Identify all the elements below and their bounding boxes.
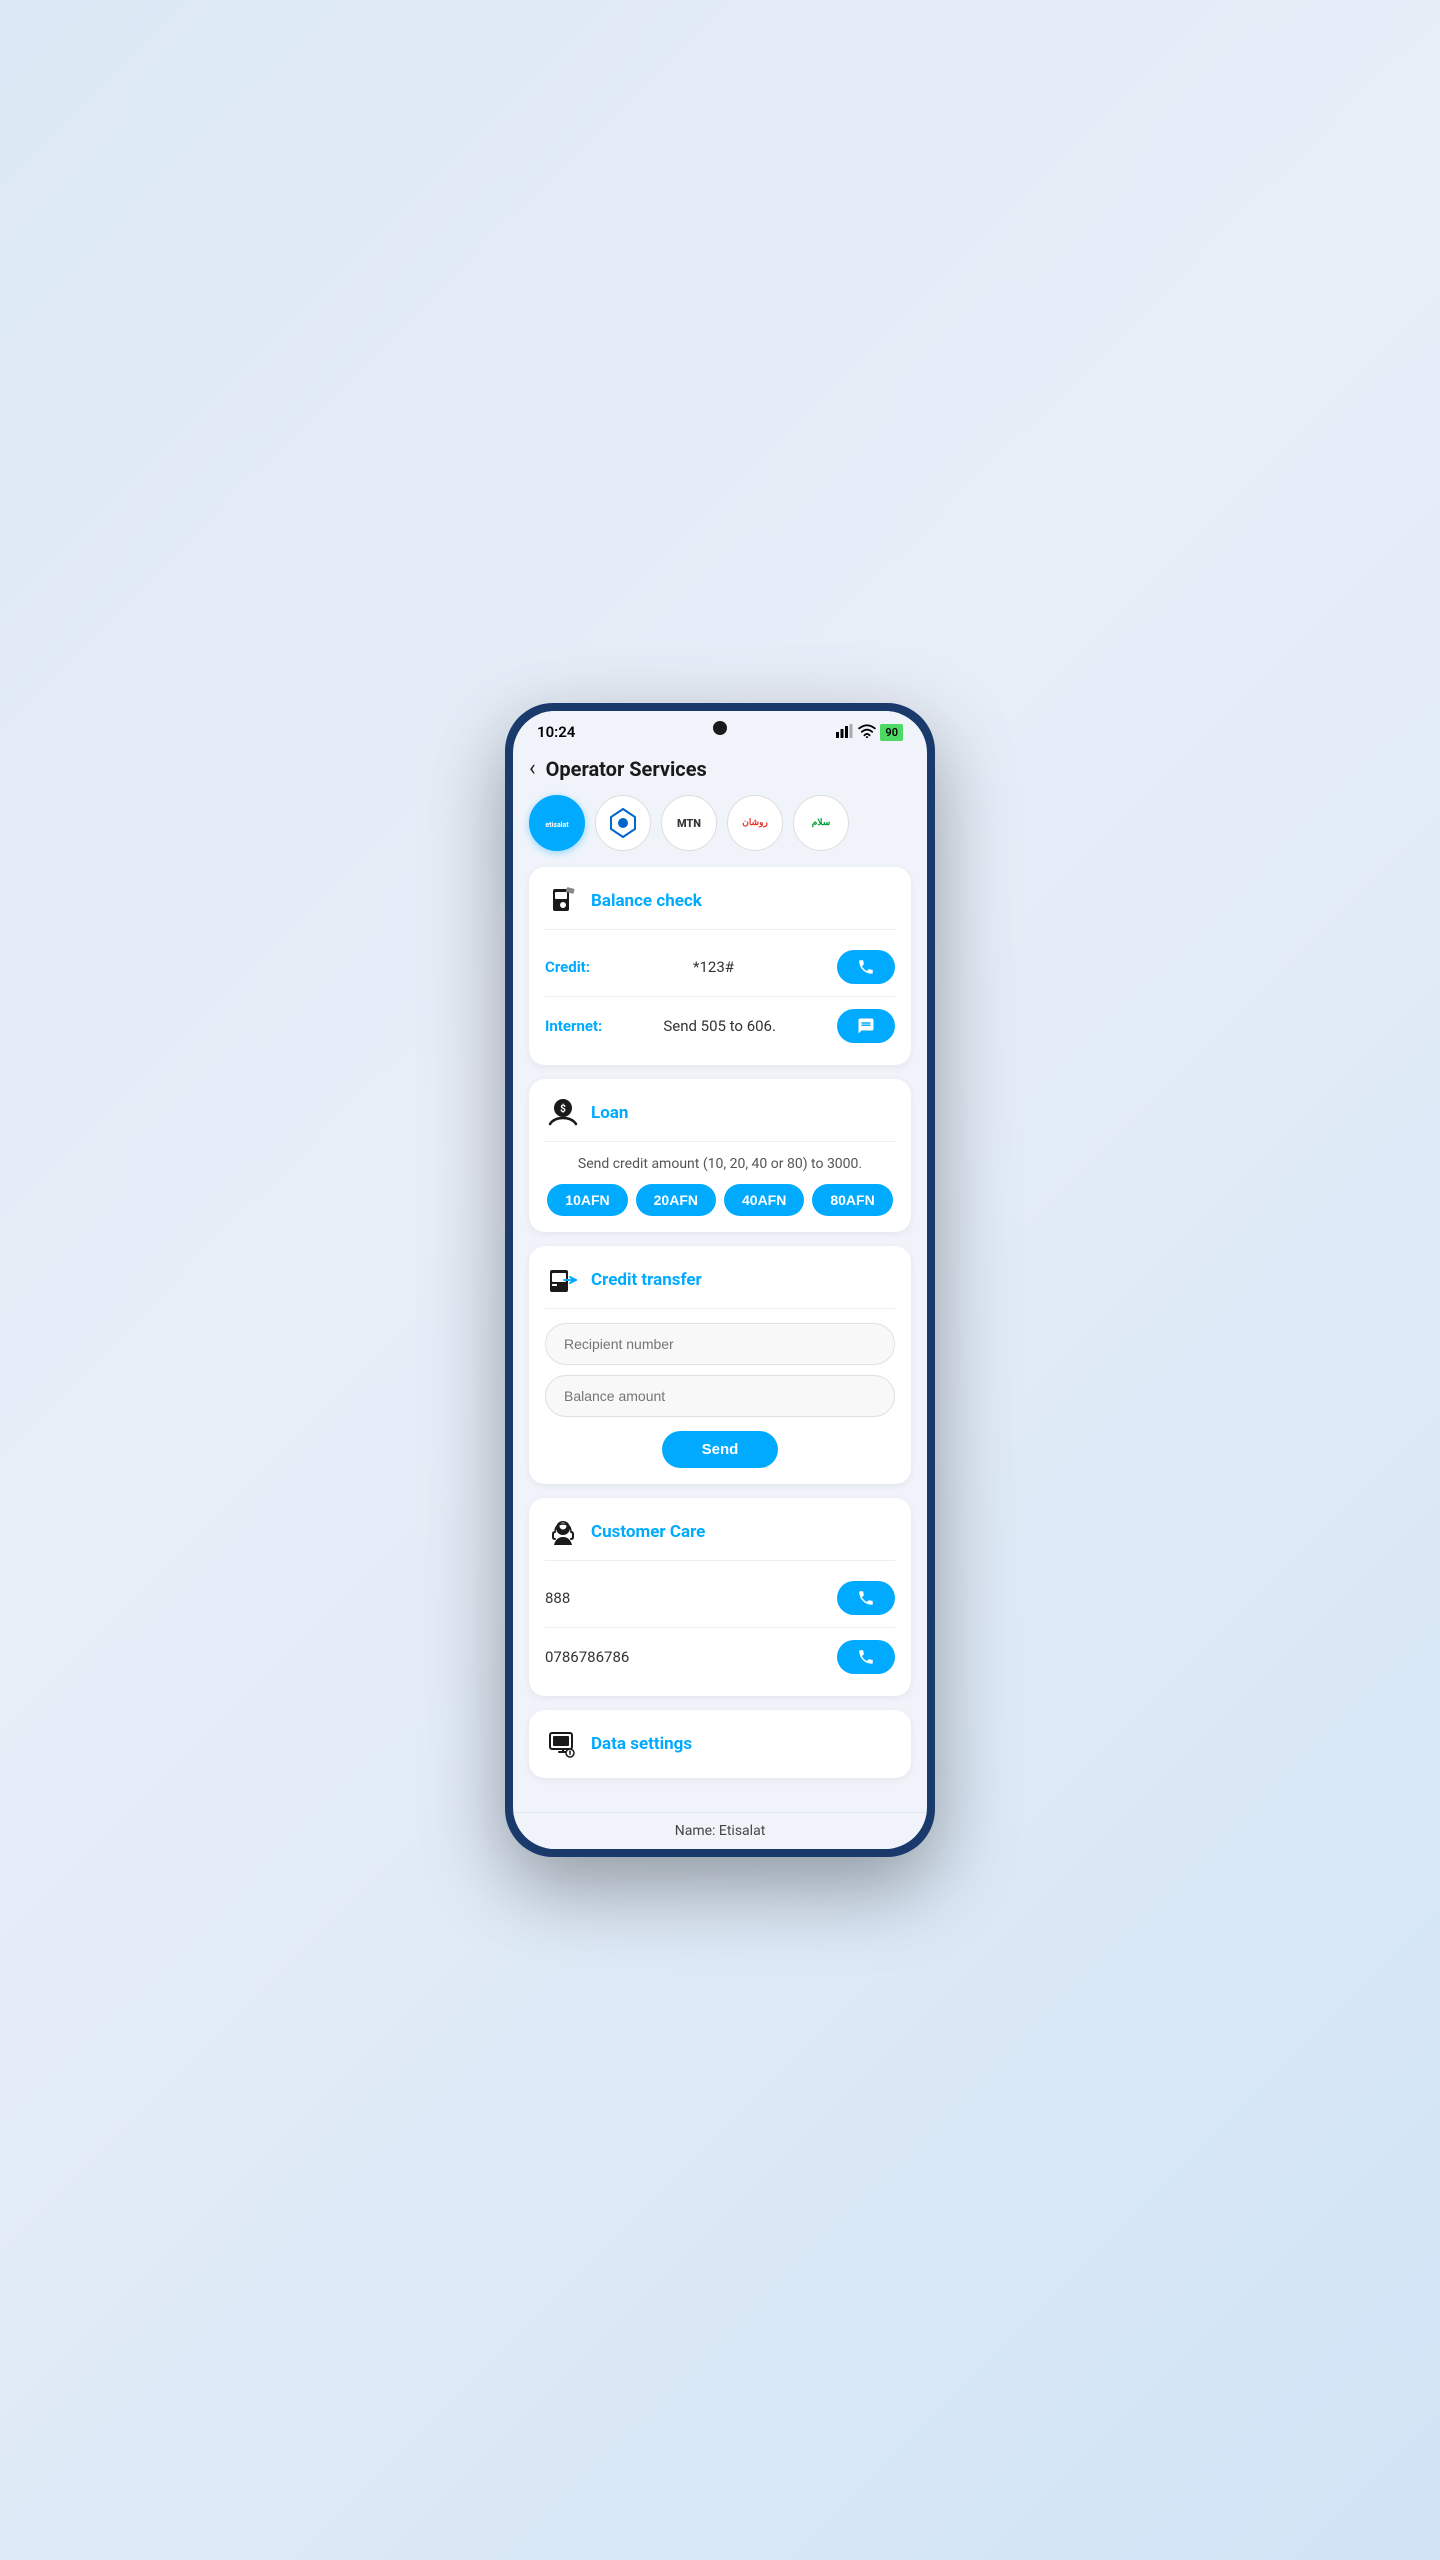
care-number-888-row: 888 (545, 1575, 895, 1621)
operators-row: etisalat MTN روشان سلام (529, 795, 911, 851)
balance-check-icon (545, 883, 581, 919)
back-button[interactable]: ‹ (529, 758, 536, 780)
content-area: ‹ Operator Services etisalat (513, 747, 927, 1812)
credit-row: Credit: *123# (545, 944, 895, 990)
loan-title: Loan (591, 1103, 628, 1123)
footer-text: Name: Etisalat (675, 1823, 766, 1839)
loan-description: Send credit amount (10, 20, 40 or 80) to… (545, 1156, 895, 1172)
balance-amount-input[interactable] (545, 1375, 895, 1417)
credit-value: *123# (590, 958, 837, 976)
wifi-icon (858, 724, 876, 741)
camera-notch (713, 721, 727, 735)
svg-text:$: $ (560, 1102, 566, 1115)
loan-btn-40afn[interactable]: 40AFN (724, 1184, 804, 1216)
care-number-0786: 0786786786 (545, 1648, 629, 1666)
loan-btn-80afn[interactable]: 80AFN (812, 1184, 892, 1216)
operator-salaam[interactable]: سلام (793, 795, 849, 851)
loan-icon: $ (545, 1095, 581, 1131)
page-title: Operator Services (546, 757, 707, 781)
data-settings-card: Data settings (529, 1710, 911, 1778)
operator-awcc[interactable] (595, 795, 651, 851)
svg-text:etisalat: etisalat (545, 821, 569, 829)
credit-transfer-header: Credit transfer (545, 1262, 895, 1309)
recipient-number-input[interactable] (545, 1323, 895, 1365)
status-bar: 10:24 (513, 711, 927, 747)
credit-label: Credit: (545, 958, 590, 976)
data-settings-icon (545, 1726, 581, 1762)
send-button[interactable]: Send (662, 1431, 779, 1468)
internet-label: Internet: (545, 1017, 602, 1035)
divider (545, 996, 895, 997)
balance-check-card: Balance check Credit: *123# Internet: Se… (529, 867, 911, 1065)
customer-care-icon (545, 1514, 581, 1550)
loan-header: $ Loan (545, 1095, 895, 1142)
phone-frame: 10:24 (505, 703, 935, 1857)
internet-chat-button[interactable] (837, 1009, 895, 1043)
operator-roshan[interactable]: روشان (727, 795, 783, 851)
customer-care-card: Customer Care 888 0786786786 (529, 1498, 911, 1696)
page-header: ‹ Operator Services (529, 747, 911, 795)
signal-icon (836, 724, 854, 741)
loan-btn-10afn[interactable]: 10AFN (547, 1184, 627, 1216)
phone-screen: 10:24 (513, 711, 927, 1849)
divider-care (545, 1627, 895, 1628)
care-number-888: 888 (545, 1589, 570, 1607)
loan-options: 10AFN 20AFN 40AFN 80AFN (545, 1184, 895, 1216)
credit-call-button[interactable] (837, 950, 895, 984)
status-icons: 90 (836, 724, 903, 741)
data-settings-title: Data settings (591, 1734, 692, 1754)
care-0786-call-button[interactable] (837, 1640, 895, 1674)
loan-btn-20afn[interactable]: 20AFN (636, 1184, 716, 1216)
data-settings-header: Data settings (545, 1726, 895, 1762)
operator-mtn[interactable]: MTN (661, 795, 717, 851)
balance-check-title: Balance check (591, 891, 702, 911)
status-time: 10:24 (537, 723, 575, 741)
footer-bar: Name: Etisalat (513, 1812, 927, 1849)
credit-transfer-card: Credit transfer Send (529, 1246, 911, 1484)
customer-care-title: Customer Care (591, 1522, 705, 1542)
internet-row: Internet: Send 505 to 606. (545, 1003, 895, 1049)
credit-transfer-title: Credit transfer (591, 1270, 702, 1290)
credit-transfer-icon (545, 1262, 581, 1298)
battery-icon: 90 (880, 724, 903, 741)
internet-value: Send 505 to 606. (602, 1017, 837, 1035)
operator-etisalat[interactable]: etisalat (529, 795, 585, 851)
customer-care-header: Customer Care (545, 1514, 895, 1561)
care-888-call-button[interactable] (837, 1581, 895, 1615)
loan-card: $ Loan Send credit amount (10, 20, 40 or… (529, 1079, 911, 1232)
balance-check-header: Balance check (545, 883, 895, 930)
care-number-0786-row: 0786786786 (545, 1634, 895, 1680)
